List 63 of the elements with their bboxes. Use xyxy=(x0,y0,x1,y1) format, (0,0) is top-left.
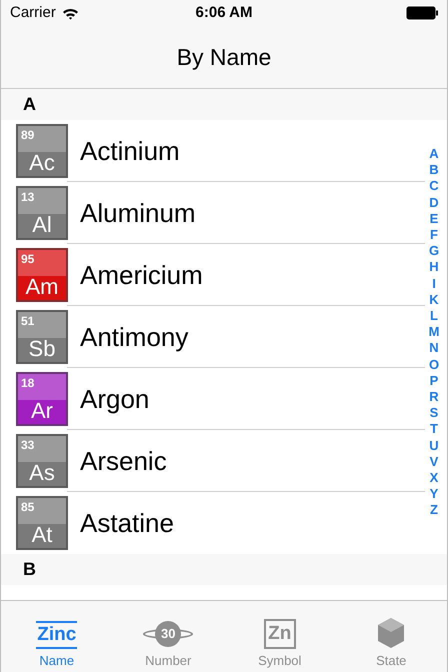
element-symbol: As xyxy=(29,462,55,484)
element-symbol: Al xyxy=(32,214,52,236)
section-letter: A xyxy=(23,93,36,116)
element-name: Americium xyxy=(80,258,203,292)
atomic-number: 51 xyxy=(20,313,34,327)
element-symbol: Sb xyxy=(28,338,56,360)
index-letter[interactable]: L xyxy=(430,308,438,324)
section-letter: B xyxy=(23,558,36,581)
index-letter[interactable]: V xyxy=(430,454,438,470)
element-symbol: Ac xyxy=(29,152,55,174)
index-letter[interactable]: U xyxy=(429,438,439,454)
tab-item[interactable]: State xyxy=(336,601,447,672)
index-letter[interactable]: N xyxy=(429,340,439,357)
tab-item[interactable]: Zinc Name xyxy=(1,601,112,672)
index-letter[interactable]: Y xyxy=(430,486,438,502)
index-letter[interactable]: X xyxy=(430,470,438,486)
element-row[interactable]: 89 Ac Actinium xyxy=(1,120,425,182)
index-letter[interactable]: H xyxy=(429,259,439,276)
element-symbol: At xyxy=(32,524,52,546)
index-letter[interactable]: C xyxy=(429,178,439,195)
index-letter[interactable]: B xyxy=(429,162,439,178)
element-symbol: Am xyxy=(26,276,58,298)
element-name: Argon xyxy=(80,382,150,416)
index-letter[interactable]: T xyxy=(430,421,438,438)
tab-item[interactable]: Zn Symbol xyxy=(224,601,336,672)
atomic-number: 95 xyxy=(20,251,34,265)
element-name: Aluminum xyxy=(80,196,196,230)
index-letter[interactable]: O xyxy=(428,356,440,373)
atomic-number: 13 xyxy=(20,189,34,203)
index-letter[interactable]: P xyxy=(430,372,438,390)
element-name: Antimony xyxy=(80,320,188,354)
element-row[interactable]: 51 Sb Antimony xyxy=(1,306,425,368)
index-letter[interactable]: R xyxy=(429,389,439,406)
element-name: Actinium xyxy=(80,134,180,168)
tab-item[interactable]: 30 Number xyxy=(112,601,224,672)
symbol-box-icon: Zn xyxy=(264,619,296,649)
carrier-label: Carrier xyxy=(10,2,56,23)
atomic-number: 33 xyxy=(20,437,34,451)
index-letter[interactable]: E xyxy=(430,210,438,228)
element-symbol: Ar xyxy=(31,400,53,422)
index-letter[interactable]: F xyxy=(430,227,438,244)
atomic-number: 89 xyxy=(20,127,34,141)
wifi-icon xyxy=(62,6,79,20)
atomic-number: 85 xyxy=(20,499,34,513)
screen-title: By Name xyxy=(176,42,272,72)
element-row[interactable]: 13 Al Aluminum xyxy=(1,182,425,244)
element-name: Arsenic xyxy=(80,444,167,478)
index-letter[interactable]: A xyxy=(429,146,439,162)
index-letter[interactable]: G xyxy=(428,243,440,260)
battery-icon xyxy=(406,6,438,20)
element-row[interactable]: 18 Ar Argon xyxy=(1,368,425,430)
index-letter[interactable]: S xyxy=(430,405,438,422)
index-letter[interactable]: Z xyxy=(430,502,438,519)
index-letter[interactable]: I xyxy=(432,276,436,292)
atomic-number: 18 xyxy=(20,375,34,389)
cube-icon xyxy=(376,617,406,649)
index-letter[interactable]: D xyxy=(429,194,439,211)
index-letter[interactable]: K xyxy=(429,292,439,308)
element-name: Astatine xyxy=(80,506,174,540)
clock-time: 6:06 AM xyxy=(196,2,252,23)
element-row[interactable]: 85 At Astatine xyxy=(1,492,425,554)
index-letter[interactable]: M xyxy=(428,324,440,340)
element-row[interactable]: 33 As Arsenic xyxy=(1,430,425,492)
